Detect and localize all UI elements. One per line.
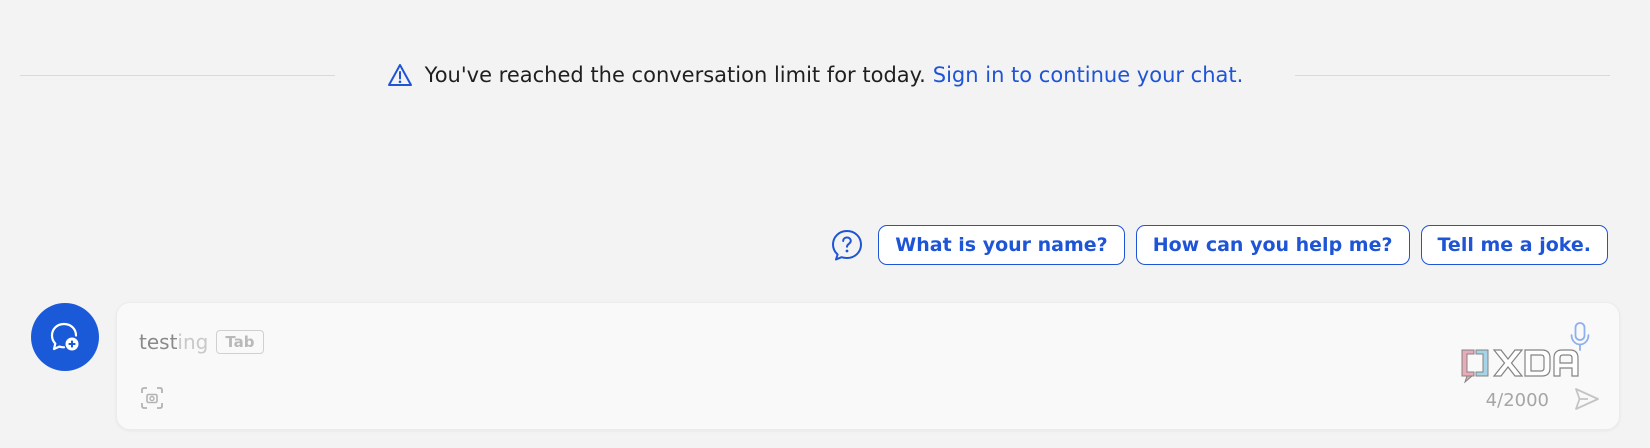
message-composer[interactable]: test ing Tab 4/2000 bbox=[116, 302, 1620, 430]
xda-watermark-logo bbox=[1458, 344, 1590, 384]
tab-key-hint: Tab bbox=[216, 330, 264, 354]
typed-text: test bbox=[139, 330, 178, 354]
autocomplete-suggestion: ing bbox=[177, 330, 209, 354]
divider-right bbox=[1295, 74, 1610, 76]
character-counter: 4/2000 bbox=[1485, 390, 1549, 411]
limit-notice: You've reached the conversation limit fo… bbox=[335, 62, 1296, 88]
new-chat-icon bbox=[47, 319, 83, 355]
question-icon[interactable] bbox=[830, 228, 864, 262]
suggestion-chip-help[interactable]: How can you help me? bbox=[1135, 225, 1410, 265]
new-chat-button[interactable] bbox=[31, 303, 99, 371]
suggested-prompts: What is your name? How can you help me? … bbox=[830, 225, 1608, 265]
limit-notice-row: You've reached the conversation limit fo… bbox=[20, 56, 1610, 94]
suggestion-chip-joke[interactable]: Tell me a joke. bbox=[1420, 225, 1608, 265]
limit-message: You've reached the conversation limit fo… bbox=[424, 63, 926, 87]
screenshot-icon[interactable] bbox=[139, 385, 165, 411]
chat-page: You've reached the conversation limit fo… bbox=[0, 0, 1650, 448]
suggestion-chip-name[interactable]: What is your name? bbox=[878, 225, 1125, 265]
message-input[interactable]: test ing Tab bbox=[139, 330, 264, 354]
sign-in-link[interactable]: Sign in to continue your chat. bbox=[933, 63, 1244, 87]
send-icon[interactable] bbox=[1573, 385, 1601, 413]
warning-icon bbox=[387, 62, 413, 88]
divider-left bbox=[20, 74, 335, 76]
